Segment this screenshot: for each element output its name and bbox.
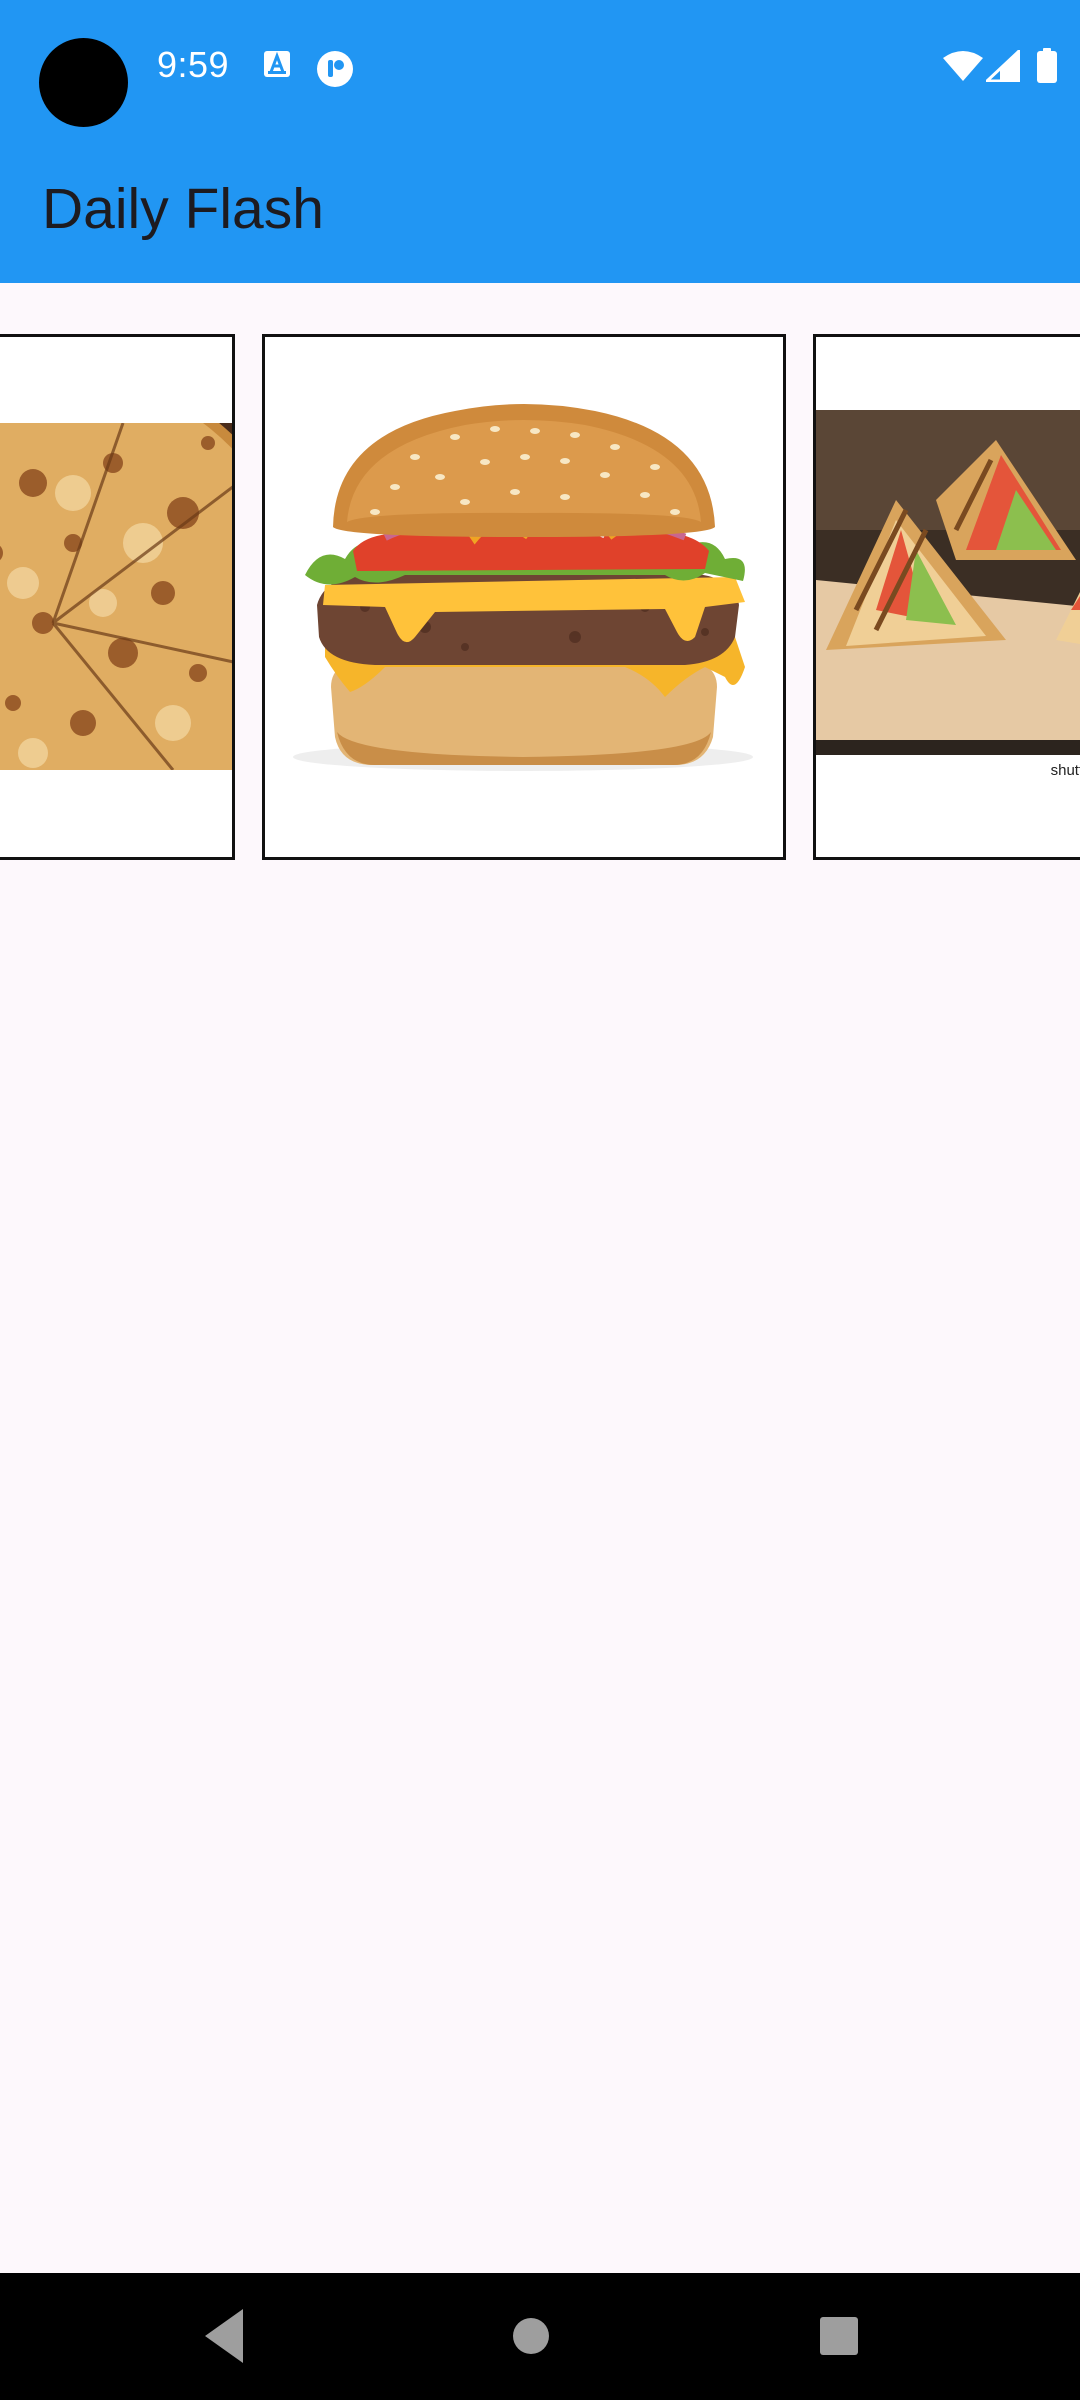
status-clock: 9:59	[157, 44, 230, 85]
battery-icon	[1036, 48, 1058, 84]
system-navigation-bar	[0, 2273, 1080, 2400]
top-app-bar: 9:59 Daily Flash	[0, 0, 1080, 283]
burger-image	[265, 337, 783, 857]
carousel-item-sandwich[interactable]: shutterstock.com	[813, 334, 1080, 860]
image-watermark: shutterstock.com	[1042, 760, 1080, 781]
camera-cutout	[39, 38, 128, 127]
recents-icon[interactable]	[808, 2305, 870, 2367]
home-icon[interactable]	[500, 2305, 562, 2367]
app-p-notification-icon	[316, 50, 354, 88]
image-carousel[interactable]: shutterstock.com	[0, 334, 1080, 861]
text-a-notification-icon	[263, 50, 291, 78]
app-title: Daily Flash	[42, 177, 324, 241]
back-icon[interactable]	[201, 2305, 245, 2367]
sandwich-image	[816, 410, 1080, 777]
carousel-item-burger[interactable]	[262, 334, 786, 860]
carousel-item-pizza[interactable]	[0, 334, 235, 860]
pizza-image	[0, 423, 232, 770]
cellular-signal-icon	[986, 50, 1020, 82]
wifi-icon	[942, 50, 984, 82]
